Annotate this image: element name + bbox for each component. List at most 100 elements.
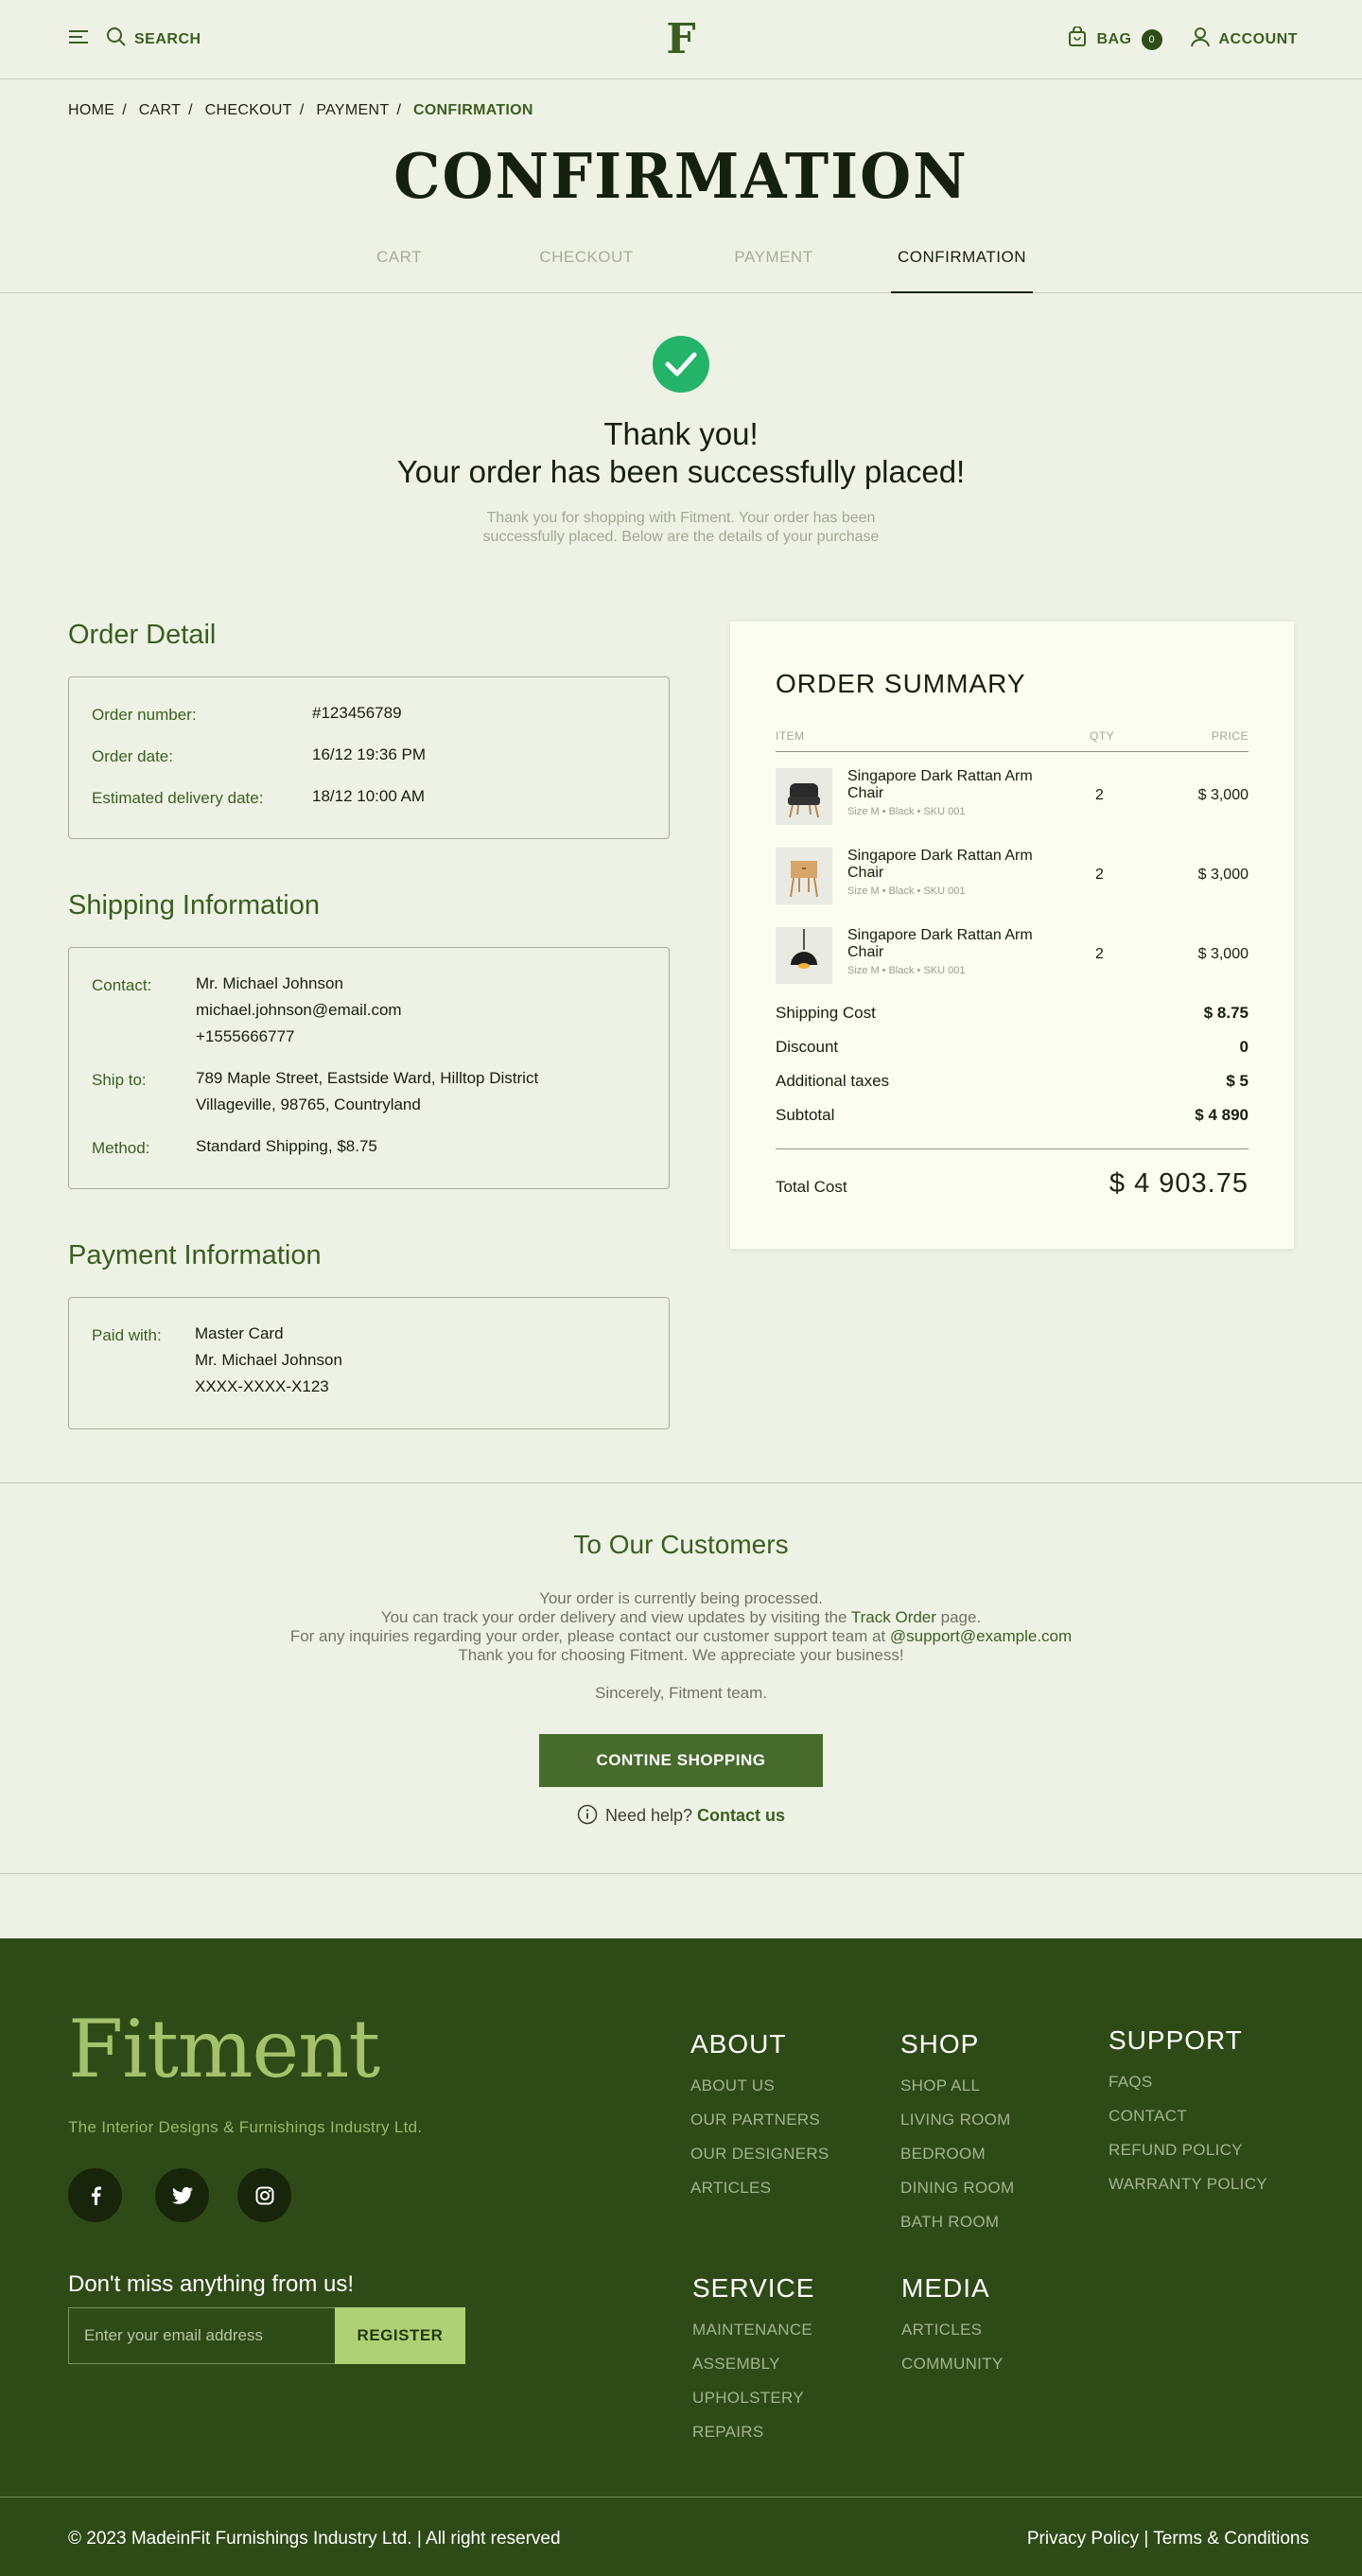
shipping-cost-row: Shipping Cost $ 8.75 [776, 1004, 1248, 1023]
item-qty: 2 [1095, 946, 1104, 962]
footer-link[interactable]: SHOP ALL [900, 2069, 1014, 2103]
menu-icon[interactable] [68, 29, 89, 49]
bag-icon [1068, 26, 1087, 52]
contact-name: Mr. Michael Johnson [196, 974, 343, 992]
section-divider [0, 1873, 1362, 1874]
bag-button[interactable]: BAG 0 [1068, 26, 1162, 52]
footer-media: MEDIA ARTICLES COMMUNITY [901, 2273, 1004, 2381]
shipping-info-box: Contact: Mr. Michael Johnson michael.joh… [68, 947, 670, 1189]
bag-count-badge: 0 [1141, 28, 1162, 50]
summary-divider [776, 1148, 1248, 1149]
item-name: Singapore Dark Rattan Arm Chair [847, 848, 1033, 881]
item-meta: Size M • Black • SKU 001 [847, 885, 966, 897]
item-meta: Size M • Black • SKU 001 [847, 965, 966, 976]
armchair-icon [776, 768, 832, 825]
footer-link[interactable]: FAQS [1109, 2065, 1267, 2099]
item-price: $ 3,000 [1197, 946, 1248, 962]
step-cart[interactable]: CART [342, 248, 456, 267]
item-qty: 2 [1095, 787, 1104, 803]
footer-link[interactable]: DINING ROOM [900, 2171, 1014, 2205]
footer-link[interactable]: MAINTENANCE [692, 2313, 814, 2347]
item-price: $ 3,000 [1197, 787, 1248, 803]
summary-item[interactable]: Singapore Dark Rattan Arm Chair Size M •… [776, 768, 1248, 825]
shipping-cost-label: Shipping Cost [776, 1004, 876, 1022]
footer-link[interactable]: ARTICLES [901, 2313, 1004, 2347]
order-number-value: #123456789 [312, 704, 402, 722]
side-table-icon [776, 848, 832, 904]
order-number-label: Order number: [92, 706, 197, 724]
footer-link[interactable]: COMMUNITY [901, 2347, 1004, 2381]
support-email-link[interactable]: @support@example.com [890, 1627, 1072, 1645]
taxes-label: Additional taxes [776, 1072, 890, 1090]
facebook-icon[interactable] [68, 2168, 122, 2222]
item-name: Singapore Dark Rattan Arm Chair [847, 927, 1033, 960]
bag-label: BAG [1096, 30, 1132, 47]
help-text: Need help? [604, 1806, 693, 1825]
footer-link[interactable]: CONTACT [1109, 2099, 1267, 2133]
footer-service: SERVICE MAINTENANCE ASSEMBLY UPHOLSTERY … [692, 2273, 814, 2449]
account-button[interactable]: ACCOUNT [1190, 26, 1299, 52]
footer-about-title: ABOUT [690, 2029, 787, 2059]
footer-link[interactable]: ARTICLES [690, 2171, 829, 2205]
summary-table-header: ITEM QTY PRICE [776, 729, 1248, 752]
terms-link[interactable]: Terms & Conditions [1153, 2529, 1309, 2549]
breadcrumb-cart[interactable]: CART [139, 102, 181, 118]
footer-logo[interactable]: Fitment [68, 2003, 380, 2095]
success-check-icon [653, 336, 709, 393]
twitter-icon[interactable] [155, 2168, 209, 2222]
footer-link[interactable]: UPHOLSTERY [692, 2381, 814, 2415]
register-button[interactable]: REGISTER [335, 2307, 465, 2364]
summary-item[interactable]: Singapore Dark Rattan Arm Chair Size M •… [776, 927, 1248, 984]
footer-link[interactable]: BEDROOM [900, 2137, 1014, 2171]
privacy-policy-link[interactable]: Privacy Policy [1027, 2529, 1139, 2549]
continue-shopping-button[interactable]: CONTINE SHOPPING [539, 1734, 823, 1787]
subtotal-label: Subtotal [776, 1106, 835, 1124]
footer-link[interactable]: WARRANTY POLICY [1109, 2167, 1267, 2201]
method-label: Method: [92, 1139, 150, 1157]
footer-link[interactable]: BATH ROOM [900, 2205, 1014, 2239]
footer: Fitment The Interior Designs & Furnishin… [0, 1938, 1362, 2576]
footer-link[interactable]: REPAIRS [692, 2415, 814, 2449]
search-icon [106, 26, 127, 52]
step-checkout[interactable]: CHECKOUT [530, 248, 643, 267]
breadcrumb-home[interactable]: HOME [68, 102, 114, 118]
order-detail-box: Order number: #123456789 Order date: 16/… [68, 676, 670, 839]
logo-mark[interactable]: F [666, 17, 695, 62]
search-button[interactable]: SEARCH [106, 26, 201, 52]
breadcrumb-confirmation: CONFIRMATION [412, 102, 533, 118]
track-order-link[interactable]: Track Order [851, 1608, 936, 1626]
discount-label: Discount [776, 1038, 839, 1056]
step-payment[interactable]: PAYMENT [717, 248, 830, 267]
shipping-cost-value: $ 8.75 [1203, 1004, 1248, 1022]
account-label: ACCOUNT [1218, 30, 1298, 47]
payment-info-box: Paid with: Master Card Mr. Michael Johns… [68, 1297, 670, 1429]
footer-media-title: MEDIA [901, 2273, 990, 2303]
newsletter-email-input[interactable] [68, 2307, 335, 2364]
footer-link[interactable]: OUR PARTNERS [690, 2103, 829, 2137]
item-meta: Size M • Black • SKU 001 [847, 806, 966, 817]
legal-separator: | [1139, 2529, 1154, 2549]
breadcrumb-checkout[interactable]: CHECKOUT [205, 102, 292, 118]
contact-us-link[interactable]: Contact us [697, 1806, 785, 1825]
item-qty: 2 [1095, 867, 1104, 883]
breadcrumb-payment[interactable]: PAYMENT [316, 102, 389, 118]
footer-link[interactable]: REFUND POLICY [1109, 2133, 1267, 2167]
footer-link[interactable]: OUR DESIGNERS [690, 2137, 829, 2171]
contact-email: michael.johnson@email.com [196, 1001, 402, 1019]
instagram-icon[interactable] [237, 2168, 291, 2222]
item-name: Singapore Dark Rattan Arm Chair [847, 768, 1033, 801]
customers-line4: Thank you for choosing Fitment. We appre… [458, 1646, 904, 1664]
order-detail-title: Order Detail [68, 620, 217, 650]
col-qty: QTY [1090, 729, 1115, 743]
ship-address-line1: 789 Maple Street, Eastside Ward, Hilltop… [196, 1069, 539, 1087]
shipping-info-title: Shipping Information [68, 890, 320, 920]
delivery-date-value: 18/12 10:00 AM [312, 787, 426, 805]
contact-label: Contact: [92, 976, 152, 994]
customers-message: Your order is currently being processed.… [0, 1589, 1362, 1665]
footer-link[interactable]: LIVING ROOM [900, 2103, 1014, 2137]
footer-link[interactable]: ASSEMBLY [692, 2347, 814, 2381]
total-cost-label: Total Cost [776, 1178, 847, 1196]
discount-row: Discount 0 [776, 1038, 1248, 1057]
summary-item[interactable]: Singapore Dark Rattan Arm Chair Size M •… [776, 848, 1248, 904]
footer-link[interactable]: ABOUT US [690, 2069, 829, 2103]
